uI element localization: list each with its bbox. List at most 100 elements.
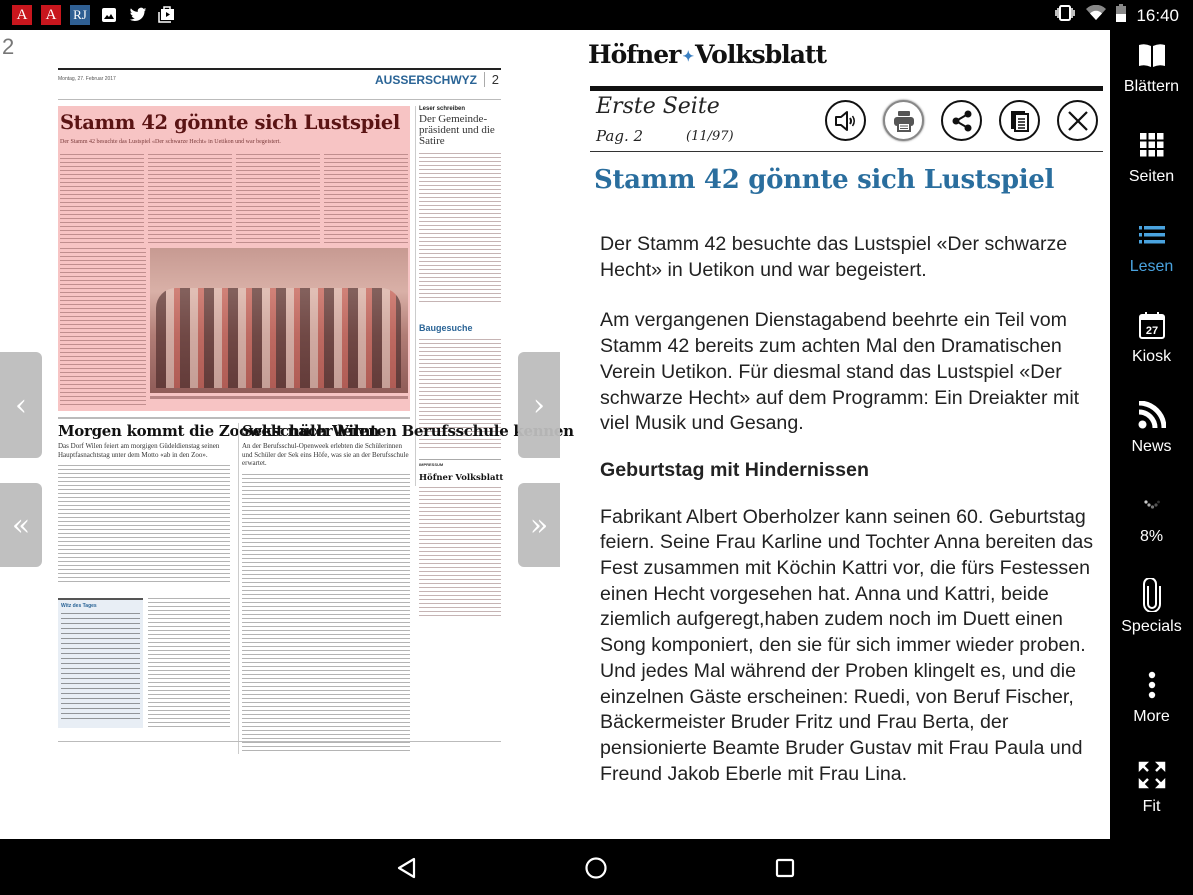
rail-item-kiosk[interactable]: 27 Kiosk: [1110, 308, 1193, 366]
list-icon: [1138, 218, 1165, 252]
rail-label: News: [1131, 438, 1172, 455]
rail-item-news[interactable]: News: [1110, 398, 1193, 456]
mid-rule: [58, 417, 410, 419]
fit-screen-icon: [1138, 758, 1166, 792]
lead-article-columns: [60, 154, 408, 244]
calendar-icon: 27: [1138, 308, 1165, 342]
letters-kicker: Leser schreiben: [419, 106, 466, 112]
article-headline: Stamm 42 gönnte sich Lustspiel: [594, 165, 1055, 195]
rail-item-blaettern[interactable]: Blättern: [1110, 38, 1193, 96]
play-store-icon: [157, 5, 177, 25]
rail-label: More: [1133, 708, 1170, 725]
lead-article-subtitle: Der Stamm 42 besuchte das Lustspiel «Der…: [60, 139, 281, 145]
close-reader-button[interactable]: [1057, 100, 1098, 141]
tablet-screen: A A RJ 16:40 2 Montag, 27. Februar 2017 …: [0, 0, 1193, 895]
more-vertical-icon: [1148, 668, 1156, 702]
close-icon: [1067, 110, 1088, 131]
print-button[interactable]: [883, 100, 924, 141]
header-bottom-rule: [590, 151, 1103, 152]
copy-button[interactable]: [999, 100, 1040, 141]
letters-text: [419, 153, 501, 303]
newspaper-page[interactable]: Montag, 27. Februar 2017 AUSSERSCHWYZ 2 …: [58, 68, 574, 783]
chevron-left-icon: ‹: [15, 387, 27, 423]
rail-label: Fit: [1142, 798, 1161, 815]
rail-item-lesen[interactable]: Lesen: [1110, 218, 1193, 276]
lead-article-text: [60, 248, 146, 408]
home-button[interactable]: [581, 853, 611, 883]
article-paragraph: Am vergangenen Dienstagabend beehrte ein…: [600, 309, 1080, 435]
letters-title: Der Gemeinde-präsident und die Satire: [419, 113, 495, 147]
vibrate-icon: [1054, 5, 1076, 26]
rail-label: Specials: [1121, 618, 1182, 635]
page-section-number: 2: [491, 72, 499, 87]
rail-item-specials[interactable]: Specials: [1110, 578, 1193, 636]
app-rj-icon: RJ: [70, 5, 90, 25]
last-page-button[interactable]: »: [518, 483, 560, 567]
article-subheading: Geburtstag mit Hindernissen: [600, 458, 869, 481]
rail-label: Blättern: [1123, 78, 1180, 95]
witz-title: Witz des Tages: [61, 603, 97, 609]
page-label: Pag. 2: [596, 127, 644, 145]
page-viewer[interactable]: 2 Montag, 27. Februar 2017 AUSSERSCHWYZ …: [0, 30, 580, 839]
gallery-icon: [99, 5, 119, 25]
article-count: (11/97): [686, 129, 734, 144]
article-zoowelt-continued: [148, 598, 230, 728]
photo-caption: [150, 396, 408, 399]
double-chevron-left-icon: «: [11, 507, 31, 543]
read-aloud-button[interactable]: [825, 100, 866, 141]
rail-item-download-progress: 8%: [1110, 488, 1193, 546]
home-icon: [585, 857, 607, 879]
rss-icon: [1138, 398, 1166, 432]
article-sekschueler[interactable]: Sekschüler lernten Berufsschule kennen A…: [238, 423, 574, 754]
status-bar: A A RJ 16:40: [0, 0, 1193, 30]
recents-button[interactable]: [770, 853, 800, 883]
rail-item-fit[interactable]: Fit: [1110, 758, 1193, 816]
page-number: 2: [2, 34, 15, 59]
impressum-logo: Höfner Volksblatt: [419, 473, 504, 483]
article-sekschueler-text: [242, 473, 410, 754]
impressum-label: IMPRESSUM: [419, 459, 501, 467]
app-a-red-icon: A: [12, 5, 32, 25]
article-zoowelt[interactable]: Morgen kommt die Zoowelt nach Wilen Das …: [58, 422, 379, 585]
witz-text: [61, 613, 140, 723]
group-photo: [150, 248, 408, 393]
first-page-button[interactable]: «: [0, 483, 42, 567]
fleur-icon: ✦: [682, 48, 694, 65]
loading-spinner-icon: [1143, 488, 1160, 522]
battery-icon: [1116, 4, 1127, 27]
back-icon: [397, 857, 416, 879]
article-zoowelt-text: [58, 465, 230, 585]
rail-item-seiten[interactable]: Seiten: [1110, 128, 1193, 186]
book-icon: [1138, 38, 1166, 72]
rail-item-more[interactable]: More: [1110, 668, 1193, 726]
share-button[interactable]: [941, 100, 982, 141]
previous-page-button[interactable]: ‹: [0, 352, 42, 458]
top-rule: [58, 68, 501, 70]
app-a-red-ribbon-icon: A: [41, 5, 61, 25]
download-percent: 8%: [1139, 528, 1164, 545]
twitter-icon: [128, 5, 148, 25]
article-body: Der Stamm 42 besuchte das Lustspiel «Der…: [600, 232, 1095, 812]
reader-toolbar: [825, 100, 1098, 141]
lead-article-highlighted[interactable]: Stamm 42 gönnte sich Lustspiel Der Stamm…: [58, 106, 410, 411]
svg-text:27: 27: [1145, 325, 1157, 337]
next-page-button[interactable]: ›: [518, 352, 560, 458]
speaker-icon: [834, 110, 855, 131]
article-zoowelt-subtitle: Das Dorf Wilen feiert am morgigen Güdeld…: [58, 442, 220, 459]
recents-icon: [775, 858, 795, 878]
baugesuche-title: Baugesuche: [419, 323, 473, 333]
article-sekschueler-subtitle: An der Berufsschul-Openweek erlebten die…: [242, 442, 409, 467]
witz-des-tages-box[interactable]: Witz des Tages: [58, 598, 143, 728]
bottom-rule: [58, 741, 501, 742]
back-button[interactable]: [392, 853, 422, 883]
rail-label: Lesen: [1129, 258, 1174, 275]
lead-article-title: Stamm 42 gönnte sich Lustspiel: [60, 111, 400, 134]
rail-label: Kiosk: [1131, 348, 1172, 365]
article-zoowelt-title: Morgen kommt die Zoowelt nach Wilen: [58, 422, 379, 440]
wifi-icon: [1086, 4, 1107, 26]
system-navigation-bar: [0, 839, 1193, 895]
clock: 16:40: [1136, 5, 1179, 25]
section-divider: [484, 72, 485, 87]
print-icon: [893, 110, 914, 132]
article-reader: Höfner ✦Volksblatt Erste Seite Pag. 2 (11…: [580, 30, 1110, 839]
